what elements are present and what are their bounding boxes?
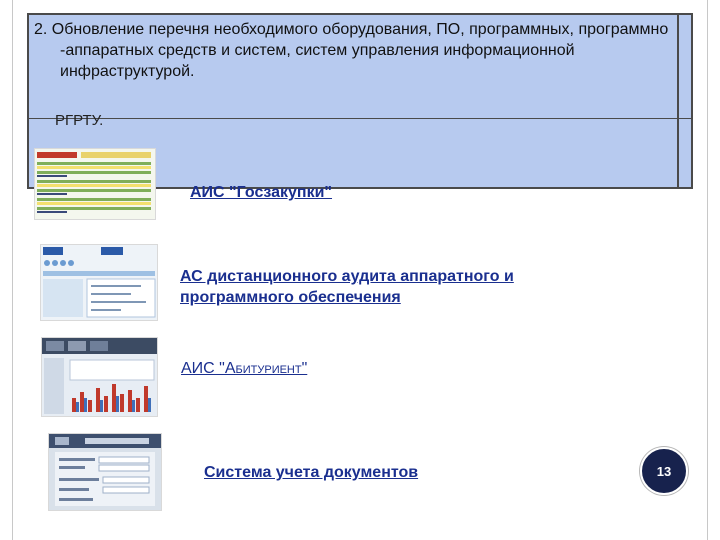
admissions-dashboard-screenshot-thumbnail (41, 337, 158, 417)
slide-right-border (707, 0, 708, 540)
link-document-accounting-system[interactable]: Система учета документов (204, 462, 418, 483)
admissions-dashboard-screenshot-icon (42, 338, 157, 416)
table-row-divider (29, 118, 691, 119)
page-number-badge: 13 (640, 447, 688, 495)
list-item-text: 2. Обновление перечня необходимого обору… (34, 19, 674, 82)
item-line-1: 2. Обновление перечня необходимого обору… (34, 21, 669, 38)
ocs-inventory-screenshot-icon (41, 245, 157, 320)
item-line-3: инфраструктурой. (60, 63, 195, 80)
spreadsheet-screenshot-icon (35, 149, 155, 219)
link-ais-goszakupki[interactable]: АИС "Госзакупки" (190, 182, 332, 203)
link-remote-audit-system[interactable]: АС дистанционного аудита аппаратного и п… (180, 266, 620, 308)
link-ais-abiturient[interactable]: АИС "Абитуриент" (181, 358, 307, 379)
item-line-2: -аппаратных средств и систем, систем упр… (60, 42, 575, 59)
item-subtext: РГРТУ. (55, 112, 104, 129)
ocs-inventory-screenshot-thumbnail (40, 244, 158, 321)
document-system-screenshot-thumbnail (48, 433, 162, 511)
spreadsheet-screenshot-thumbnail (34, 148, 156, 220)
document-system-screenshot-icon (49, 434, 161, 510)
slide-left-border (12, 0, 13, 540)
table-column-divider (677, 15, 679, 187)
